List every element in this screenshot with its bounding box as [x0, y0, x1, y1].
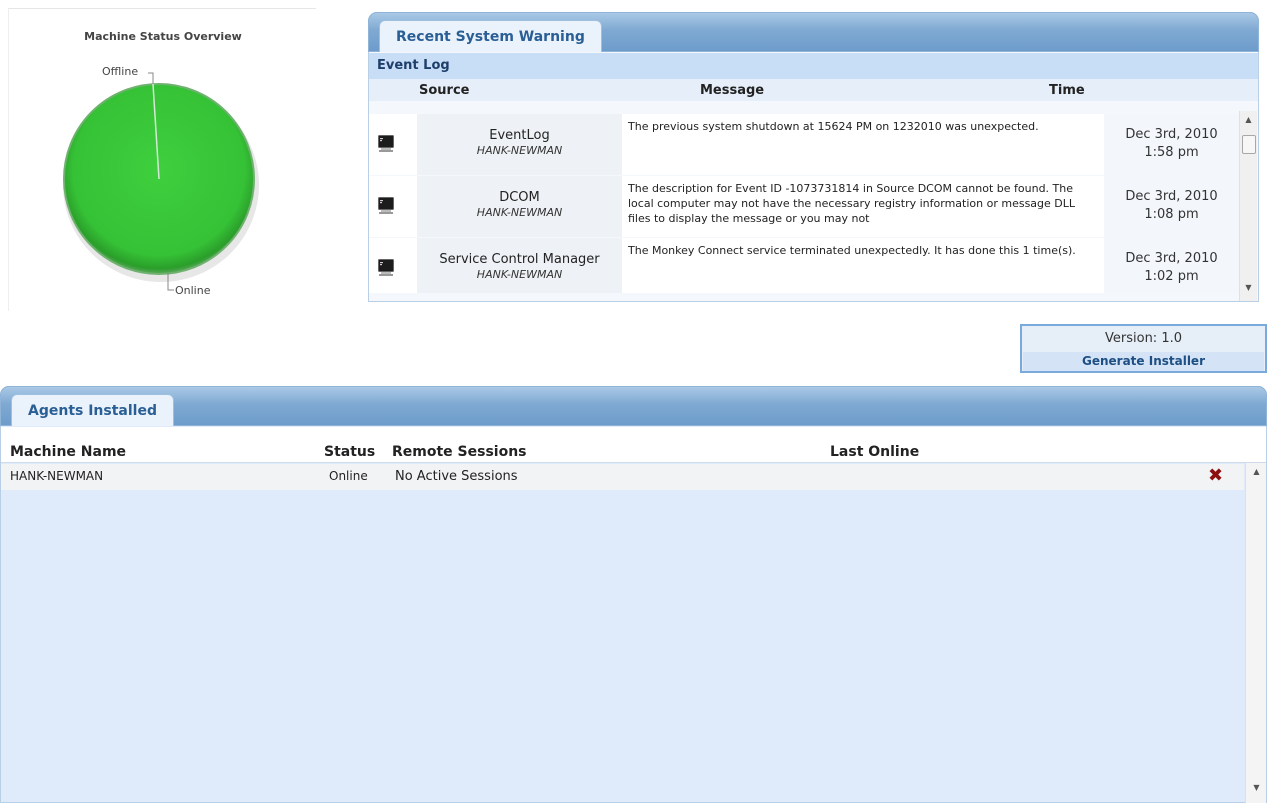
event-message: The description for Event ID -1073731814…	[622, 176, 1104, 237]
event-time: 1:08 pm	[1144, 207, 1199, 222]
terminal-icon	[378, 135, 394, 152]
event-message: The previous system shutdown at 15624 PM…	[622, 114, 1104, 175]
event-time: 1:58 pm	[1144, 145, 1199, 160]
warning-tab-bar: Recent System Warning	[368, 12, 1259, 52]
agent-machine-name: HANK-NEWMAN	[10, 469, 104, 483]
event-machine: HANK-NEWMAN	[476, 144, 563, 157]
delete-x-icon[interactable]: ✖	[1208, 466, 1226, 486]
event-source-cell: EventLog HANK-NEWMAN	[417, 114, 622, 175]
event-icon-cell	[369, 238, 417, 293]
event-source: EventLog	[489, 128, 550, 143]
column-source[interactable]: Source	[419, 83, 469, 98]
event-source-cell: DCOM HANK-NEWMAN	[417, 176, 622, 237]
version-label: Version: 1.0	[1105, 331, 1182, 346]
event-source: Service Control Manager	[439, 252, 600, 267]
event-row[interactable]: Service Control Manager HANK-NEWMAN The …	[369, 238, 1239, 293]
pie-label-offline: Offline	[102, 65, 138, 78]
offline-leader-line	[148, 72, 154, 84]
agent-status: Online	[329, 469, 368, 483]
column-last-online[interactable]: Last Online	[830, 444, 919, 460]
event-icon-cell	[369, 114, 417, 175]
agents-column-headers: Machine Name Status Remote Sessions Last…	[1, 427, 1266, 463]
event-date: Dec 3rd, 2010	[1125, 189, 1218, 204]
event-source-cell: Service Control Manager HANK-NEWMAN	[417, 238, 622, 293]
recent-warning-panel: Recent System Warning Event Log Source M…	[368, 12, 1259, 302]
column-status[interactable]: Status	[324, 444, 375, 460]
event-source: DCOM	[499, 190, 540, 205]
scroll-down-arrow-icon[interactable]: ▼	[1248, 779, 1265, 796]
column-message[interactable]: Message	[700, 83, 764, 98]
column-remote-sessions[interactable]: Remote Sessions	[392, 444, 527, 460]
event-time-cell: Dec 3rd, 2010 1:08 pm	[1104, 176, 1239, 237]
version-box: Version: 1.0 Generate Installer	[1020, 324, 1267, 373]
agent-row[interactable]: HANK-NEWMAN Online No Active Sessions ✖	[1, 464, 1244, 490]
scroll-up-arrow-icon[interactable]: ▲	[1240, 111, 1257, 128]
event-log-scrollbar[interactable]: ▲ ▼	[1239, 111, 1257, 301]
event-time: 1:02 pm	[1144, 269, 1199, 284]
event-icon-cell	[369, 176, 417, 237]
event-row[interactable]: DCOM HANK-NEWMAN The description for Eve…	[369, 176, 1239, 237]
event-machine: HANK-NEWMAN	[476, 206, 563, 219]
agent-remote-sessions: No Active Sessions	[395, 469, 518, 484]
agents-scrollbar[interactable]: ▲ ▼	[1245, 463, 1266, 803]
tab-recent-system-warning[interactable]: Recent System Warning	[379, 20, 602, 52]
terminal-icon	[378, 197, 394, 214]
tab-agents-installed[interactable]: Agents Installed	[11, 394, 174, 426]
event-time-cell: Dec 3rd, 2010 1:58 pm	[1104, 114, 1239, 175]
terminal-icon	[378, 259, 394, 276]
event-log-column-headers: Source Message Time	[369, 79, 1258, 101]
event-date: Dec 3rd, 2010	[1125, 251, 1218, 266]
event-row[interactable]: EventLog HANK-NEWMAN The previous system…	[369, 114, 1239, 175]
event-machine: HANK-NEWMAN	[476, 268, 563, 281]
machine-status-panel: Machine Status Overview Offline Online	[8, 8, 316, 311]
event-message: The Monkey Connect service terminated un…	[622, 238, 1104, 293]
event-date: Dec 3rd, 2010	[1125, 127, 1218, 142]
scroll-down-arrow-icon[interactable]: ▼	[1240, 279, 1257, 296]
column-time[interactable]: Time	[1049, 83, 1085, 98]
event-log-heading: Event Log	[369, 53, 1258, 79]
column-machine-name[interactable]: Machine Name	[10, 444, 126, 460]
machine-status-pie-chart: Offline Online	[63, 65, 259, 297]
scroll-up-arrow-icon[interactable]: ▲	[1248, 463, 1265, 480]
event-time-cell: Dec 3rd, 2010 1:02 pm	[1104, 238, 1239, 293]
generate-installer-button[interactable]: Generate Installer	[1023, 352, 1264, 371]
agents-installed-panel: Agents Installed Machine Name Status Rem…	[0, 386, 1267, 803]
agents-tab-bar: Agents Installed	[0, 386, 1267, 426]
pie-label-online: Online	[175, 284, 211, 297]
scroll-thumb[interactable]	[1242, 135, 1256, 154]
